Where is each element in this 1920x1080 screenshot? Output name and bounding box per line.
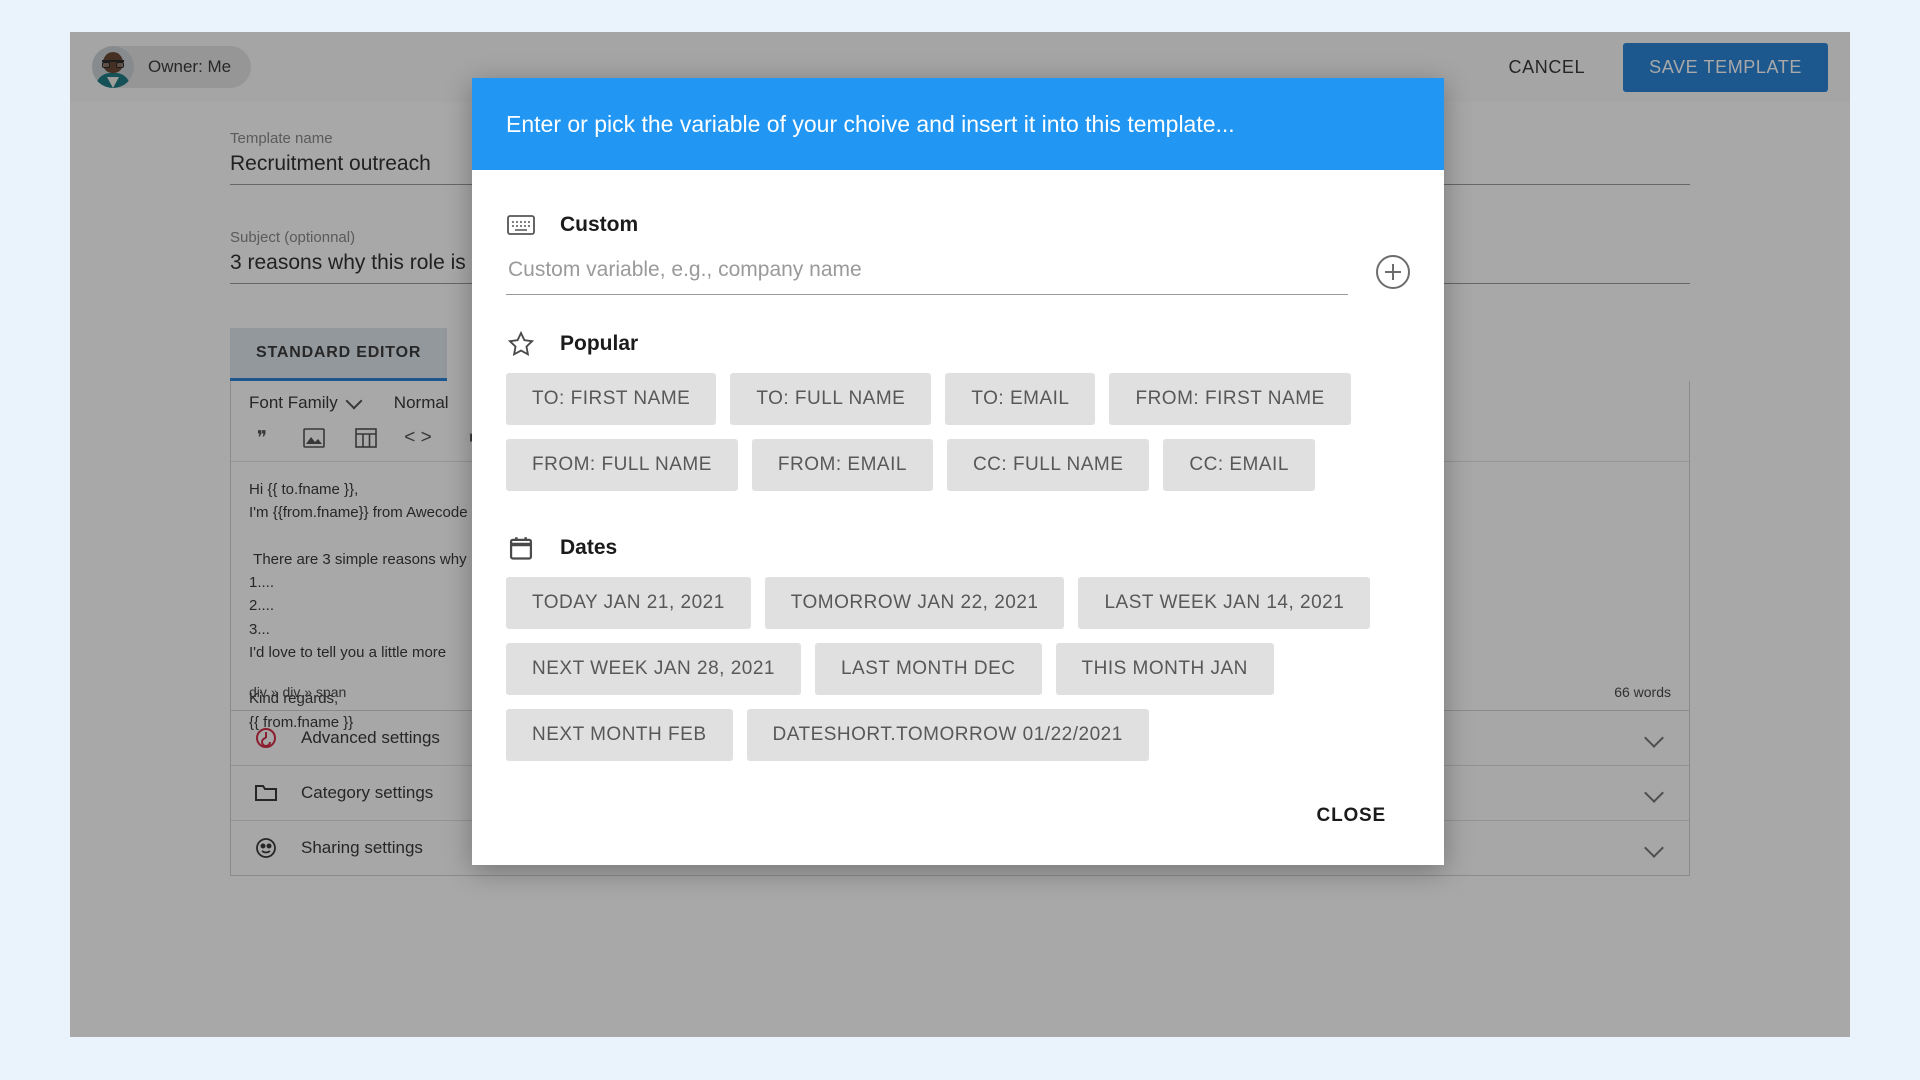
dates-chip-list: TODAY JAN 21, 2021 TOMORROW JAN 22, 2021… xyxy=(506,577,1426,761)
add-circle-icon[interactable] xyxy=(1376,255,1410,289)
owner-chip[interactable]: Owner: Me xyxy=(92,46,252,88)
variable-picker-dialog: Enter or pick the variable of your choiv… xyxy=(472,78,1444,865)
chevron-down-icon xyxy=(345,392,363,409)
date-chip[interactable]: TOMORROW JAN 22, 2021 xyxy=(764,577,1065,629)
owner-label: Owner: Me xyxy=(148,57,232,76)
popular-chip[interactable]: FROM: FULL NAME xyxy=(506,439,738,491)
font-size-label: Normal xyxy=(393,393,449,412)
date-chip[interactable]: NEXT MONTH FEB xyxy=(506,709,733,761)
custom-section-header: Custom xyxy=(506,210,1410,240)
quote-icon[interactable]: ❞ xyxy=(249,425,275,451)
star-outline-icon xyxy=(506,329,536,359)
popular-chip[interactable]: TO: FULL NAME xyxy=(730,373,932,425)
font-family-select[interactable]: Font Family xyxy=(249,392,363,413)
editor-breadcrumb: div » div » span xyxy=(249,684,347,700)
popular-section-title: Popular xyxy=(560,332,639,355)
date-chip[interactable]: THIS MONTH JAN xyxy=(1055,643,1274,695)
avatar xyxy=(92,46,134,88)
custom-section-title: Custom xyxy=(560,213,639,236)
close-button[interactable]: CLOSE xyxy=(1305,797,1398,835)
chevron-down-icon[interactable] xyxy=(1644,838,1664,858)
image-icon[interactable] xyxy=(301,425,327,451)
cancel-button[interactable]: CANCEL xyxy=(1491,45,1604,90)
popular-chip-list: TO: FIRST NAME TO: FULL NAME TO: EMAIL F… xyxy=(506,373,1426,491)
date-chip[interactable]: LAST WEEK JAN 14, 2021 xyxy=(1078,577,1371,629)
code-icon[interactable]: < > xyxy=(404,425,431,451)
chevron-down-icon[interactable] xyxy=(1644,783,1664,803)
tab-standard-editor[interactable]: STANDARD EDITOR xyxy=(230,328,448,381)
dialog-header: Enter or pick the variable of your choiv… xyxy=(472,78,1444,170)
popular-chip[interactable]: TO: EMAIL xyxy=(945,373,1096,425)
settings-row-left: Sharing settings xyxy=(253,835,423,861)
keyboard-icon xyxy=(506,210,536,240)
settings-row-left: Category settings xyxy=(253,780,433,806)
font-family-label: Font Family xyxy=(249,393,338,412)
table-icon[interactable] xyxy=(353,425,379,451)
settings-label-category: Category settings xyxy=(301,783,434,802)
date-chip[interactable]: TODAY JAN 21, 2021 xyxy=(506,577,751,629)
settings-label-sharing: Sharing settings xyxy=(301,838,423,857)
calendar-icon xyxy=(506,533,536,563)
dialog-body: Custom Popular TO: FIRST NAME TO: FULL N… xyxy=(472,170,1444,761)
dialog-title: Enter or pick the variable of your choiv… xyxy=(506,110,1235,137)
word-count: 66 words xyxy=(1614,684,1671,700)
popular-chip[interactable]: FROM: FIRST NAME xyxy=(1109,373,1351,425)
glasses-icon xyxy=(102,60,124,68)
save-template-button[interactable]: SAVE TEMPLATE xyxy=(1623,42,1828,92)
dates-section-header: Dates xyxy=(506,533,1410,563)
folder-icon xyxy=(253,780,279,806)
custom-variable-input[interactable] xyxy=(506,254,1348,295)
date-chip[interactable]: NEXT WEEK JAN 28, 2021 xyxy=(506,643,801,695)
top-bar-actions: CANCEL SAVE TEMPLATE xyxy=(1491,42,1828,92)
popular-chip[interactable]: FROM: EMAIL xyxy=(751,439,933,491)
dates-section-title: Dates xyxy=(560,536,618,559)
custom-variable-row xyxy=(506,254,1410,295)
share-people-icon xyxy=(253,835,279,861)
popular-chip[interactable]: TO: FIRST NAME xyxy=(506,373,717,425)
popular-section-header: Popular xyxy=(506,329,1410,359)
dialog-footer: CLOSE xyxy=(472,771,1444,865)
date-chip[interactable]: DATESHORT.TOMORROW 01/22/2021 xyxy=(746,709,1149,761)
popular-chip[interactable]: CC: EMAIL xyxy=(1163,439,1315,491)
date-chip[interactable]: LAST MONTH DEC xyxy=(814,643,1042,695)
font-size-select[interactable]: Normal xyxy=(394,393,449,413)
popular-chip[interactable]: CC: FULL NAME xyxy=(946,439,1150,491)
